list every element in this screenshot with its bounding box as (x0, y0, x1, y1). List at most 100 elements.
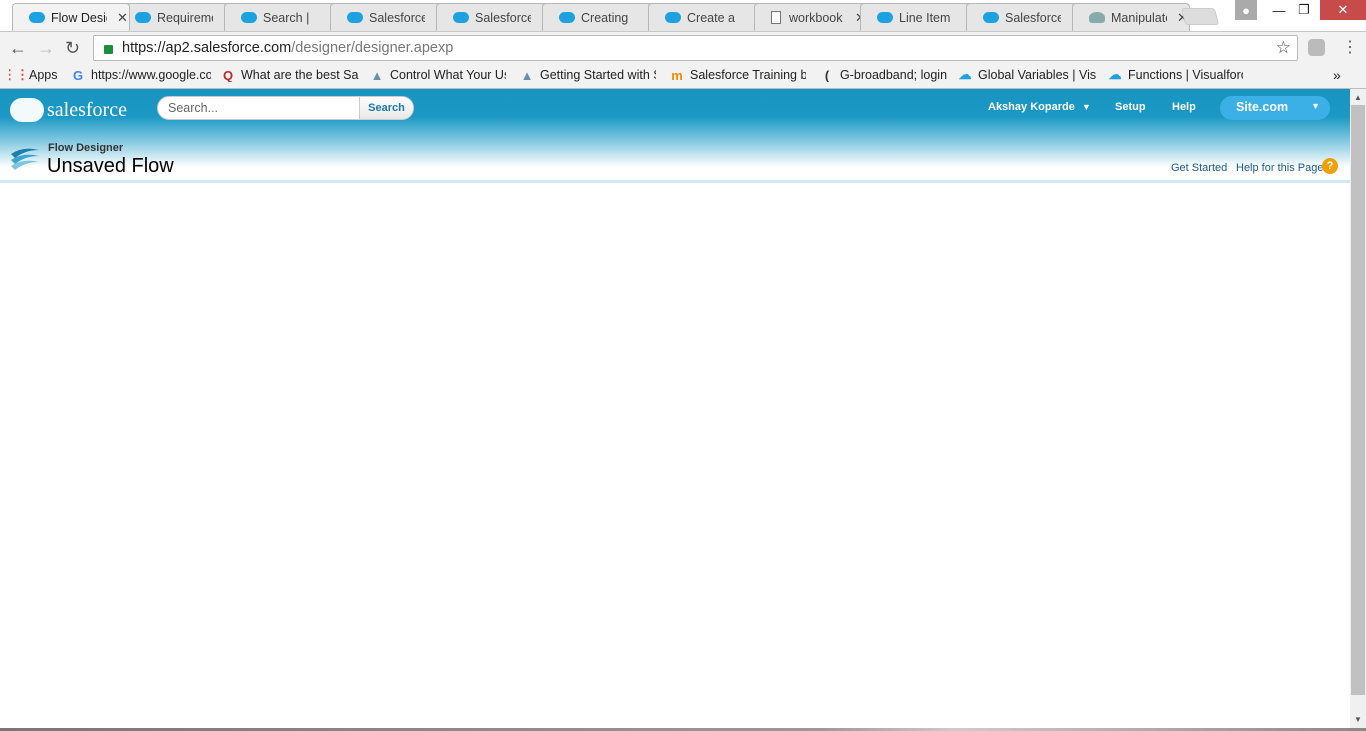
browser-tab[interactable]: Create a✕ (648, 3, 766, 31)
help-icon[interactable]: ? (1322, 158, 1338, 174)
salesforce-cloud-icon (241, 12, 257, 23)
bookmark-item[interactable]: ▲ Getting Started with S (520, 68, 656, 82)
browser-tab[interactable]: Search |✕ (224, 3, 342, 31)
salesforce-cloud-icon (135, 12, 151, 23)
tab-title: Requirements (157, 10, 213, 25)
salesforce-cloud-icon (559, 12, 575, 23)
chevron-down-icon: ▼ (1081, 102, 1091, 112)
header-divider (0, 180, 1350, 183)
tab-title: Manipulate (1111, 10, 1167, 25)
profile-icon[interactable]: ● (1235, 0, 1257, 20)
browser-tab[interactable]: Salesforce✕ (330, 3, 448, 31)
browser-toolbar: ← → ↻ https://ap2.salesforce.com/designe… (0, 31, 1366, 63)
trailhead-icon (1089, 12, 1105, 23)
back-button[interactable]: ← (9, 38, 27, 59)
salesforce-cloud-icon (877, 12, 893, 23)
chevron-down-icon: ▼ (1311, 101, 1320, 111)
tab-title: Create a (687, 10, 735, 25)
bookmark-label: Apps (29, 68, 58, 82)
salesforce-cloud-icon (665, 12, 681, 23)
salesforce-cloud-icon (983, 12, 999, 23)
bookmark-item[interactable]: ☁ Functions | Visualforce (1108, 68, 1244, 82)
search-input[interactable]: Search... (158, 97, 359, 119)
broadband-icon: ( (824, 68, 830, 82)
browser-tab[interactable]: Salesforce✕ (436, 3, 554, 31)
user-menu[interactable]: Akshay Koparde ▼ (988, 101, 1091, 113)
tab-close-icon[interactable]: ✕ (117, 10, 128, 26)
global-search: Search... Search (157, 96, 414, 120)
user-name: Akshay Koparde (988, 101, 1075, 113)
get-started-link[interactable]: Get Started (1171, 162, 1227, 174)
vertical-scrollbar[interactable]: ▲ ▼ (1350, 89, 1366, 729)
browser-tab[interactable]: Salesforce✕ (966, 3, 1084, 31)
page-type: Flow Designer (48, 142, 124, 154)
forward-button[interactable]: → (37, 38, 55, 59)
app-name: Site.com (1236, 100, 1289, 114)
tab-title: Line Item (899, 10, 951, 25)
close-window-button[interactable]: ✕ (1320, 0, 1366, 20)
bookmark-item[interactable]: Q What are the best Sales (221, 68, 359, 82)
restore-button[interactable]: ❐ (1292, 0, 1316, 20)
mindmajix-icon: m (671, 68, 683, 82)
scrollbar-thumb[interactable] (1351, 105, 1365, 695)
bookmark-item[interactable]: ( G-broadband; login (820, 68, 948, 82)
tab-title: Salesforce (1005, 10, 1061, 25)
scroll-up-icon[interactable]: ▲ (1354, 93, 1362, 102)
google-icon: G (72, 68, 84, 82)
salesforce-cloud-icon: ☁ (1108, 68, 1122, 82)
help-for-page-link[interactable]: Help for this Page (1236, 162, 1323, 174)
search-button[interactable]: Search (359, 97, 413, 119)
bookmark-item[interactable]: Ghttps://www.google.com (71, 68, 211, 82)
salesforce-cloud-icon (10, 98, 44, 122)
browser-tab[interactable]: Line Item✕ (860, 3, 978, 31)
minimize-button[interactable]: — (1265, 0, 1293, 20)
apps-grid-icon: ⋮⋮ (9, 68, 29, 82)
bookmark-label: G-broadband; login (840, 68, 948, 82)
bookmark-star-icon[interactable]: ☆ (1276, 38, 1291, 58)
tab-title: Flow Designer (51, 10, 107, 25)
bookmarks-bar: ⋮⋮ Apps Ghttps://www.google.com Q What are t… (0, 63, 1366, 89)
reload-button[interactable]: ↻ (65, 38, 80, 59)
bookmark-label: Salesforce Training by (690, 68, 806, 82)
bookmark-item[interactable]: m Salesforce Training by (670, 68, 806, 82)
quora-icon: Q (222, 68, 234, 82)
more-bookmarks-button[interactable]: » (1333, 67, 1341, 83)
salesforce-cloud-icon (29, 12, 45, 23)
trailhead-icon: ▲ (520, 68, 534, 82)
browser-tab[interactable]: Manipulate✕ (1072, 3, 1190, 31)
bookmark-label: What are the best Sales (241, 68, 359, 82)
trailhead-icon: ▲ (370, 68, 384, 82)
bookmark-label: Control What Your Users (390, 68, 506, 82)
flow-designer-icon (11, 148, 39, 170)
setup-link[interactable]: Setup (1115, 101, 1146, 113)
bookmark-label: Global Variables | Visualforce (978, 68, 1096, 82)
new-tab-button[interactable] (1180, 8, 1220, 25)
url-host: https://ap2.salesforce.com (122, 40, 292, 56)
bookmark-item[interactable]: ⋮⋮ Apps (9, 68, 64, 82)
bookmark-label: Getting Started with S (540, 68, 656, 82)
scroll-down-icon[interactable]: ▼ (1354, 715, 1362, 724)
bookmark-label: Functions | Visualforce (1128, 68, 1243, 82)
logo-text: salesforce (47, 98, 127, 121)
bookmark-item[interactable]: ☁ Global Variables | Visualforce (958, 68, 1097, 82)
salesforce-cloud-icon: ☁ (958, 68, 972, 82)
extension-icon[interactable] (1308, 39, 1325, 56)
menu-icon[interactable]: ⋮ (1342, 37, 1358, 57)
salesforce-logo[interactable]: salesforce (10, 98, 127, 122)
browser-tab[interactable]: Creating✕ (542, 3, 660, 31)
tab-strip: Flow Designer✕Requirements✕Search |✕Sale… (0, 0, 1366, 31)
bookmark-item[interactable]: ▲ Control What Your Users (370, 68, 506, 82)
tab-title: Salesforce (369, 10, 425, 25)
page-title: Unsaved Flow (47, 155, 174, 177)
address-bar[interactable]: https://ap2.salesforce.com/designer/desi… (93, 35, 1298, 61)
bookmark-label: https://www.google.com (91, 68, 211, 82)
tab-title: Creating (581, 10, 629, 25)
help-link[interactable]: Help (1172, 101, 1196, 113)
salesforce-header: salesforce Search... Search Akshay Kopar… (0, 89, 1350, 181)
browser-tab[interactable]: workbook✕ (754, 3, 872, 31)
browser-tab[interactable]: Requirements ✕ (118, 3, 236, 31)
salesforce-cloud-icon (453, 12, 469, 23)
browser-tab[interactable]: Flow Designer ✕ (12, 3, 130, 31)
app-switcher[interactable]: Site.com ▼ (1220, 96, 1330, 120)
tab-title: workbook (789, 10, 843, 25)
